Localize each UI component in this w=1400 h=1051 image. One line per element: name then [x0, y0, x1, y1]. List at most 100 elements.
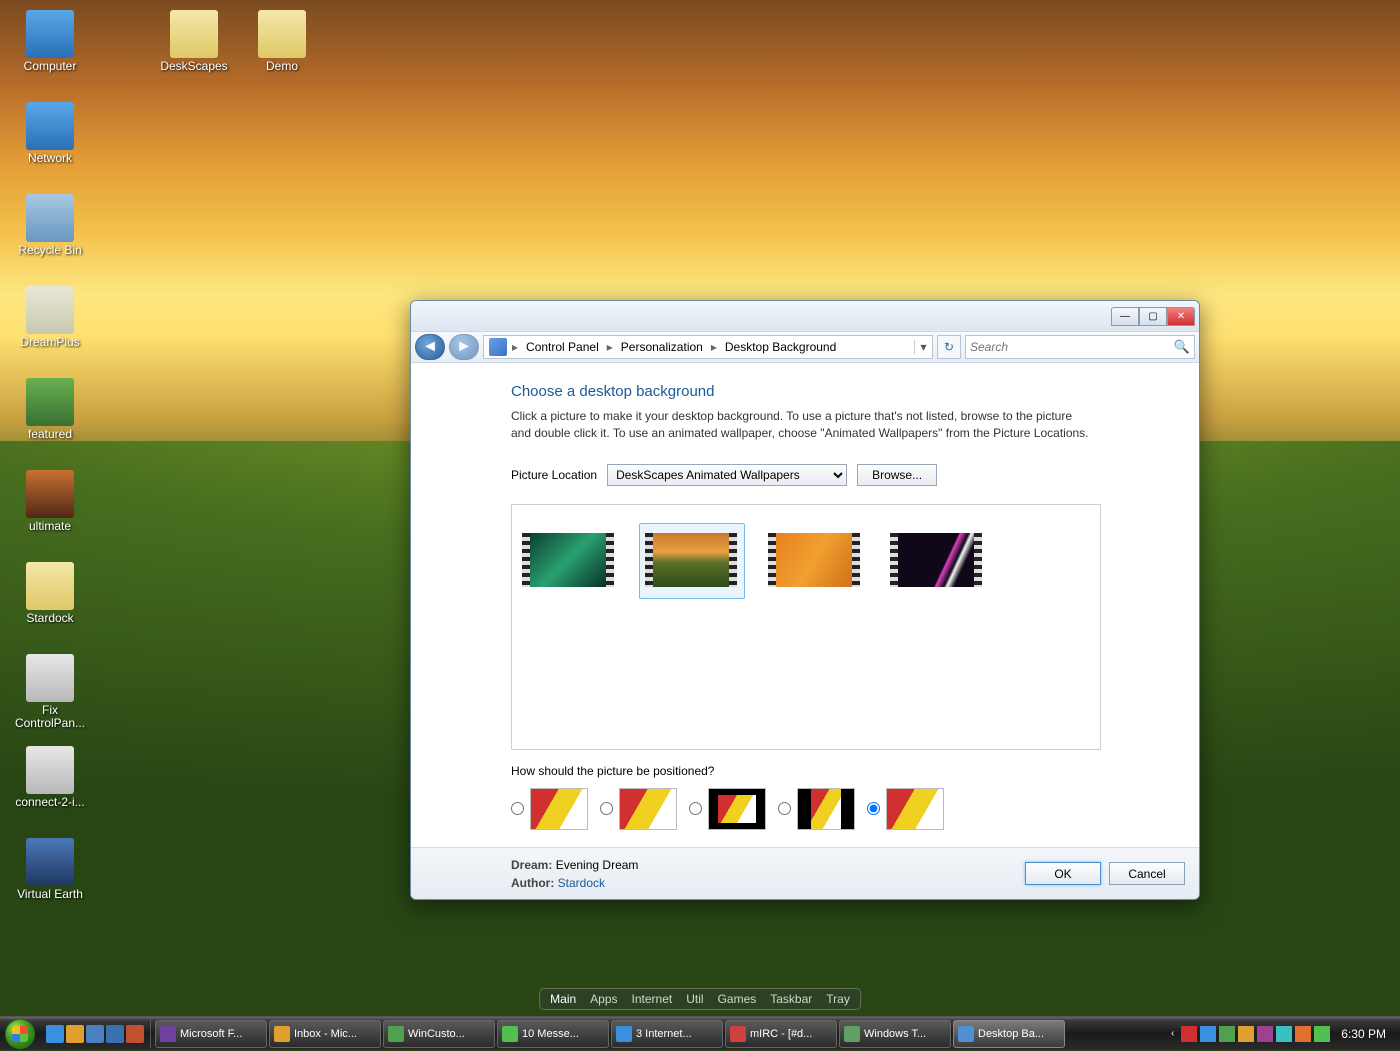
- breadcrumb-personalization[interactable]: Personalization: [615, 340, 709, 354]
- tray-icon[interactable]: [1181, 1026, 1197, 1042]
- quick-launch-icon[interactable]: [106, 1025, 124, 1043]
- app-icon: [388, 1026, 404, 1042]
- refresh-button[interactable]: ↻: [937, 335, 961, 359]
- position-question: How should the picture be positioned?: [511, 764, 1159, 778]
- position-preview[interactable]: [619, 788, 677, 830]
- dock-item[interactable]: Internet: [632, 992, 673, 1006]
- breadcrumb-control-panel[interactable]: Control Panel: [520, 340, 605, 354]
- search-box[interactable]: 🔍: [965, 335, 1195, 359]
- taskbar-item-label: Inbox - Mic...: [294, 1028, 357, 1040]
- desktop-icon[interactable]: Fix ControlPan...: [6, 650, 94, 742]
- taskbar-item[interactable]: Inbox - Mic...: [269, 1020, 381, 1048]
- picture-location-select[interactable]: DeskScapes Animated Wallpapers: [607, 464, 847, 486]
- breadcrumb[interactable]: ▸ Control Panel ▸ Personalization ▸ Desk…: [483, 335, 933, 359]
- desktop-icon[interactable]: Virtual Earth: [6, 834, 94, 926]
- dock-item[interactable]: Games: [718, 992, 757, 1006]
- taskbar-item[interactable]: WinCusto...: [383, 1020, 495, 1048]
- taskbar-item-label: Microsoft F...: [180, 1028, 242, 1040]
- position-radio[interactable]: [778, 802, 791, 815]
- window-content: Choose a desktop background Click a pict…: [411, 363, 1199, 830]
- dock-item[interactable]: Apps: [590, 992, 617, 1006]
- position-radio[interactable]: [689, 802, 702, 815]
- desktop-icon[interactable]: Stardock: [6, 558, 94, 650]
- dock-item[interactable]: Util: [686, 992, 703, 1006]
- position-radio[interactable]: [600, 802, 613, 815]
- tray-icon[interactable]: [1276, 1026, 1292, 1042]
- forward-button[interactable]: ►: [449, 334, 479, 360]
- icon: [26, 746, 74, 794]
- wallpaper-thumbnail[interactable]: [522, 523, 616, 599]
- taskbar-item[interactable]: mIRC - [#d...: [725, 1020, 837, 1048]
- tray-icon[interactable]: [1200, 1026, 1216, 1042]
- quick-launch-icon[interactable]: [66, 1025, 84, 1043]
- ok-button[interactable]: OK: [1025, 862, 1101, 885]
- taskbar-item[interactable]: 3 Internet...: [611, 1020, 723, 1048]
- desktop-icon[interactable]: Demo: [238, 6, 326, 98]
- browse-button[interactable]: Browse...: [857, 464, 937, 486]
- icon-label: Demo: [266, 60, 298, 73]
- wallpaper-thumbnail[interactable]: [890, 523, 984, 599]
- desktop-icon[interactable]: Recycle Bin: [6, 190, 94, 282]
- position-radio[interactable]: [511, 802, 524, 815]
- film-strip-icon: [768, 533, 860, 587]
- dock-item[interactable]: Taskbar: [770, 992, 812, 1006]
- desktop-icon[interactable]: Computer: [6, 6, 94, 98]
- position-option: [867, 788, 944, 830]
- search-input[interactable]: [970, 340, 1174, 354]
- icon: [26, 838, 74, 886]
- maximize-button[interactable]: ▢: [1139, 307, 1167, 326]
- dock-bar[interactable]: Main Apps Internet Util Games Taskbar Tray: [539, 988, 861, 1010]
- tray-icon[interactable]: [1314, 1026, 1330, 1042]
- chevron-right-icon[interactable]: ▸: [709, 340, 719, 354]
- desktop-icon[interactable]: ultimate: [6, 466, 94, 558]
- position-preview[interactable]: [530, 788, 588, 830]
- dock-item[interactable]: Main: [550, 992, 576, 1006]
- breadcrumb-desktop-background[interactable]: Desktop Background: [719, 340, 842, 354]
- position-preview[interactable]: [708, 788, 766, 830]
- quick-launch-icon[interactable]: [126, 1025, 144, 1043]
- chevron-right-icon[interactable]: ▸: [510, 340, 520, 354]
- wallpaper-thumbnail[interactable]: [639, 523, 745, 599]
- position-preview[interactable]: [886, 788, 944, 830]
- icon-label: ultimate: [29, 520, 71, 533]
- quick-launch: [40, 1020, 151, 1048]
- author-link[interactable]: Stardock: [558, 876, 605, 890]
- position-radio[interactable]: [867, 802, 880, 815]
- taskbar-item[interactable]: 10 Messe...: [497, 1020, 609, 1048]
- page-description: Click a picture to make it your desktop …: [511, 408, 1091, 442]
- wallpaper-thumbnail[interactable]: [768, 523, 862, 599]
- close-button[interactable]: ✕: [1167, 307, 1195, 326]
- cancel-button[interactable]: Cancel: [1109, 862, 1185, 885]
- author-label: Author:: [511, 876, 554, 890]
- search-icon[interactable]: 🔍: [1174, 339, 1190, 355]
- dock-item[interactable]: Tray: [826, 992, 850, 1006]
- tray-expand-icon[interactable]: ‹: [1167, 1028, 1178, 1039]
- quick-launch-icon[interactable]: [46, 1025, 64, 1043]
- breadcrumb-dropdown[interactable]: ▾: [914, 340, 932, 354]
- taskbar-item[interactable]: Windows T...: [839, 1020, 951, 1048]
- clock[interactable]: 6:30 PM: [1333, 1027, 1394, 1041]
- taskbar-item-label: 10 Messe...: [522, 1028, 579, 1040]
- back-button[interactable]: ◄: [415, 334, 445, 360]
- desktop-icon[interactable]: Network: [6, 98, 94, 190]
- title-bar[interactable]: — ▢ ✕: [411, 301, 1199, 331]
- chevron-right-icon[interactable]: ▸: [605, 340, 615, 354]
- icon-label: Fix ControlPan...: [8, 704, 92, 730]
- start-button[interactable]: [0, 1017, 40, 1051]
- tray-icon[interactable]: [1257, 1026, 1273, 1042]
- taskbar-item[interactable]: Microsoft F...: [155, 1020, 267, 1048]
- taskbar-item[interactable]: Desktop Ba...: [953, 1020, 1065, 1048]
- tray-icon[interactable]: [1238, 1026, 1254, 1042]
- icon-label: Virtual Earth: [17, 888, 83, 901]
- desktop-icon[interactable]: DeskScapes: [150, 6, 238, 98]
- tray-icon[interactable]: [1295, 1026, 1311, 1042]
- app-icon: [274, 1026, 290, 1042]
- position-preview[interactable]: [797, 788, 855, 830]
- desktop-icon[interactable]: featured: [6, 374, 94, 466]
- minimize-button[interactable]: —: [1111, 307, 1139, 326]
- desktop-icon[interactable]: DreamPlus: [6, 282, 94, 374]
- quick-launch-icon[interactable]: [86, 1025, 104, 1043]
- desktop-icon[interactable]: connect-2-i...: [6, 742, 94, 834]
- desktop-background-window: — ▢ ✕ ◄ ► ▸ Control Panel ▸ Personalizat…: [410, 300, 1200, 900]
- tray-icon[interactable]: [1219, 1026, 1235, 1042]
